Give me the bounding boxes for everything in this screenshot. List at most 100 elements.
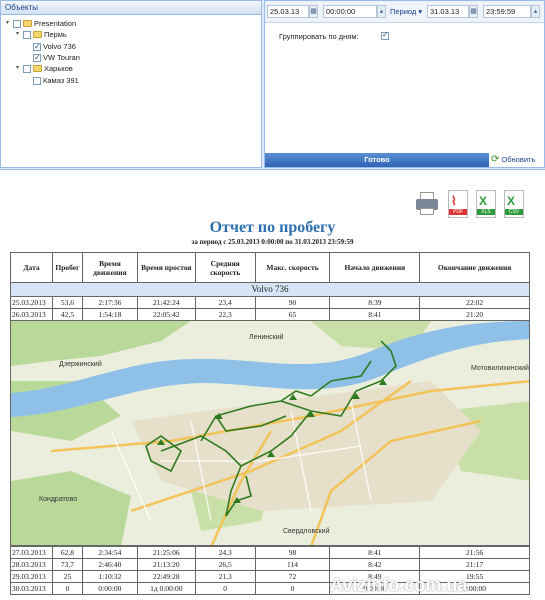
tree-item-label: Пермь bbox=[44, 30, 67, 39]
map-label: Кондратово bbox=[39, 496, 78, 503]
refresh-button[interactable]: ⟳ Обновить bbox=[491, 153, 535, 167]
table-cell: 1:10:32 bbox=[81, 570, 138, 583]
tree-item-label: Presentation bbox=[34, 19, 77, 28]
table-cell: 53,6 bbox=[51, 296, 83, 309]
date-from-field[interactable]: 25.03.13 bbox=[267, 5, 309, 18]
folder-icon bbox=[23, 20, 32, 27]
column-header[interactable]: Окончание движения bbox=[419, 252, 530, 283]
column-header[interactable]: Начало движения bbox=[329, 252, 421, 283]
table-cell: 8:42 bbox=[329, 558, 421, 571]
map-label: Дзержинский bbox=[59, 361, 102, 368]
tree-item-volvo-736[interactable]: Volvo 736 bbox=[31, 41, 76, 52]
tree-item-vw-touran[interactable]: VW Touran bbox=[31, 52, 80, 63]
period-panel: 25.03.13 ▦ 00:00:00 ▴ Период ▾ 31.03.13 … bbox=[264, 0, 545, 168]
report-area: ⌇ PDF X XLS X CSV Отчет по пробегу за перио… bbox=[0, 175, 545, 600]
time-from-field[interactable]: 00:00:00 bbox=[323, 5, 377, 18]
mileage-table: Дата Пробег Время движения Время простоя… bbox=[10, 252, 530, 321]
column-header[interactable]: Время простоя bbox=[136, 252, 196, 283]
period-menu-label: Период bbox=[390, 7, 417, 16]
column-header[interactable]: Средняя скорость bbox=[194, 252, 256, 283]
date-to-field[interactable]: 31.03.13 bbox=[427, 5, 469, 18]
table-cell: 73,7 bbox=[51, 558, 83, 571]
time-to-field[interactable]: 23:59:59 bbox=[483, 5, 531, 18]
table-row: 28.03.2013 73,7 2:46:40 21:13:20 26,5 11… bbox=[10, 558, 530, 571]
print-icon[interactable] bbox=[414, 190, 440, 218]
collapse-icon[interactable]: ▾ bbox=[14, 63, 21, 74]
time-spinner-icon[interactable]: ▴ bbox=[531, 5, 540, 18]
calendar-icon[interactable]: ▦ bbox=[469, 5, 478, 18]
tree-item-label: VW Touran bbox=[43, 53, 80, 62]
period-menu-button[interactable]: Период ▾ bbox=[390, 5, 422, 18]
export-csv-icon[interactable]: X CSV bbox=[504, 190, 524, 218]
refresh-icon: ⟳ bbox=[491, 154, 500, 165]
time-spinner-icon[interactable]: ▴ bbox=[377, 5, 386, 18]
checkbox[interactable] bbox=[23, 30, 31, 39]
tree-item-perm[interactable]: ▾ Пермь bbox=[14, 29, 67, 40]
tree-item-label: Харьков bbox=[44, 64, 73, 73]
table-cell: 27.03.2013 bbox=[10, 546, 53, 559]
table-cell: 1д 0:00:00 bbox=[136, 582, 196, 595]
table-cell: 21:25:06 bbox=[136, 546, 196, 559]
collapse-icon[interactable]: ▾ bbox=[4, 18, 11, 29]
table-cell: 65 bbox=[254, 308, 331, 321]
checkbox[interactable] bbox=[33, 41, 41, 52]
table-cell: 23,4 bbox=[194, 296, 256, 309]
table-row: 26.03.2013 42,5 1:54:18 22:05:42 22,3 65… bbox=[10, 308, 530, 321]
group-by-days-checkbox[interactable] bbox=[381, 30, 389, 40]
table-cell: 62,8 bbox=[51, 546, 83, 559]
tree-item-label: Камаз 391 bbox=[43, 76, 79, 85]
table-row: 25.03.2013 53,6 2:17:36 21:42:24 23,4 90… bbox=[10, 296, 530, 309]
folder-icon bbox=[33, 65, 42, 72]
objects-tree-header: Объекты bbox=[1, 1, 261, 15]
tree-item-kamaz-391[interactable]: Камаз 391 bbox=[31, 75, 79, 86]
table-cell: 25 bbox=[51, 570, 83, 583]
table-cell: 114 bbox=[254, 558, 331, 571]
table-cell: 29.03.2013 bbox=[10, 570, 53, 583]
table-cell: 22:05:42 bbox=[136, 308, 196, 321]
column-header[interactable]: Дата bbox=[10, 252, 53, 283]
watermark: AvizInfo.com.ua bbox=[330, 575, 468, 595]
table-cell: 21,3 bbox=[194, 570, 256, 583]
table-cell: 0 bbox=[254, 582, 331, 595]
report-subtitle: за период с 25.03.2013 0:00:00 по 31.03.… bbox=[191, 238, 354, 246]
collapse-icon[interactable]: ▾ bbox=[14, 29, 21, 40]
tree-item-presentation[interactable]: ▾ Presentation bbox=[4, 18, 76, 29]
table-cell: 8:39 bbox=[329, 296, 421, 309]
checkbox[interactable] bbox=[23, 64, 31, 73]
table-cell: 21:56 bbox=[419, 546, 530, 559]
table-cell: 25.03.2013 bbox=[10, 296, 53, 309]
table-cell: 1:54:18 bbox=[81, 308, 138, 321]
table-cell: 42,5 bbox=[51, 308, 83, 321]
objects-tree-panel: Объекты ▾ Presentation ▾ Пермь Volvo 736… bbox=[0, 0, 262, 168]
table-cell: 0 bbox=[51, 582, 83, 595]
table-cell: 21:20 bbox=[419, 308, 530, 321]
filter-panel: Объекты ▾ Presentation ▾ Пермь Volvo 736… bbox=[0, 0, 545, 170]
calendar-icon[interactable]: ▦ bbox=[309, 5, 318, 18]
checkbox[interactable] bbox=[13, 19, 21, 28]
column-header[interactable]: Пробег bbox=[51, 252, 83, 283]
column-header[interactable]: Время движения bbox=[81, 252, 138, 283]
table-cell: 2:46:40 bbox=[81, 558, 138, 571]
map-label: Ленинский bbox=[249, 334, 284, 341]
table-cell: 90 bbox=[254, 296, 331, 309]
table-cell: 2:34:54 bbox=[81, 546, 138, 559]
group-row: Volvo 736 bbox=[10, 282, 530, 297]
report-title: Отчет по пробегу bbox=[209, 219, 336, 236]
map-canvas bbox=[11, 321, 529, 545]
export-xls-icon[interactable]: X XLS bbox=[476, 190, 496, 218]
table-cell: 24,3 bbox=[194, 546, 256, 559]
apply-button[interactable]: Готово bbox=[265, 153, 489, 167]
table-cell: 21:17 bbox=[419, 558, 530, 571]
map-label: Мотовилихинский bbox=[471, 365, 529, 372]
route-map[interactable]: Дзержинский Ленинский Мотовилихинский Ко… bbox=[10, 320, 530, 546]
export-pdf-icon[interactable]: ⌇ PDF bbox=[448, 190, 468, 218]
table-cell: 28.03.2013 bbox=[10, 558, 53, 571]
table-cell: 98 bbox=[254, 546, 331, 559]
column-header[interactable]: Макс. скорость bbox=[254, 252, 331, 283]
chevron-down-icon: ▾ bbox=[418, 7, 423, 16]
table-cell: 0:00:00 bbox=[81, 582, 138, 595]
refresh-label: Обновить bbox=[501, 155, 536, 164]
checkbox[interactable] bbox=[33, 76, 41, 85]
checkbox[interactable] bbox=[33, 52, 41, 63]
tree-item-kharkov[interactable]: ▾ Харьков bbox=[14, 63, 73, 74]
